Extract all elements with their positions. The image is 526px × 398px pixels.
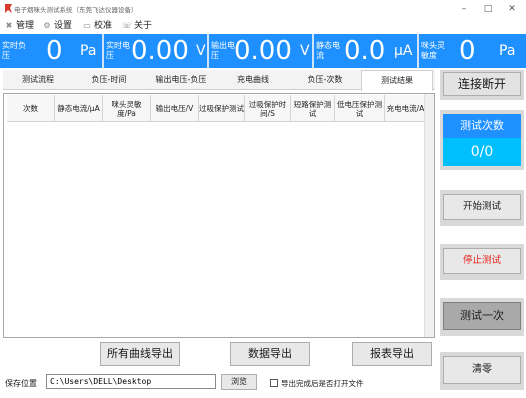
tab-pressure-time[interactable]: 负压-时间 — [73, 70, 145, 90]
output-voltage-display: 输出电压 0.00 V — [209, 34, 312, 68]
status-unit: Pa — [80, 43, 97, 59]
stop-test-button[interactable]: 停止测试 — [443, 248, 521, 274]
save-location-label: 保存位置 — [5, 379, 37, 388]
column-header[interactable]: 过吸保护时间/S — [245, 95, 291, 122]
status-bar: 实时负压 0 Pa 实时电压 0.00 V 输出电压 0.00 V 静态电流 0… — [0, 34, 526, 68]
status-label: 静态电流 — [316, 41, 340, 60]
info-icon: ☏ — [122, 21, 133, 30]
column-header[interactable]: 过吸保护测试 — [199, 95, 245, 122]
close-button[interactable]: ✕ — [500, 2, 524, 16]
window-title: 电子烟咪头测试系统（东莞飞达仪器设备） — [14, 6, 138, 14]
tab-pressure-count[interactable]: 负压-次数 — [289, 70, 361, 90]
status-value: 0.00 — [234, 36, 292, 66]
menu-label: 管理 — [16, 21, 35, 31]
mic-sensitivity-display: 咪头灵敏度 0 Pa — [419, 34, 526, 68]
menu-bar: ✖ 管理 ⚙ 设置 ▭ 校准 ☏ 关于 — [0, 18, 526, 34]
status-unit: μA — [394, 43, 413, 59]
menu-label: 设置 — [54, 21, 73, 31]
status-unit: Pa — [499, 43, 516, 59]
browse-button[interactable]: 浏览 — [221, 374, 257, 390]
menu-label: 关于 — [134, 21, 153, 31]
column-header[interactable]: 充电电流/A — [385, 95, 427, 122]
clear-button[interactable]: 清零 — [443, 356, 521, 384]
menu-item-about[interactable]: ☏ 关于 — [122, 19, 152, 33]
save-path-input[interactable] — [46, 374, 216, 389]
maximize-button[interactable]: □ — [476, 2, 500, 16]
test-count-value: 0/0 — [443, 138, 521, 166]
menu-item-manage[interactable]: ✖ 管理 — [4, 19, 34, 33]
tools-icon: ✖ — [5, 21, 13, 30]
tab-test-results[interactable]: 测试结果 — [361, 70, 433, 91]
status-unit: V — [300, 43, 310, 59]
export-report-button[interactable]: 报表导出 — [352, 342, 432, 366]
open-after-export-checkbox[interactable] — [270, 379, 278, 387]
menu-item-settings[interactable]: ⚙ 设置 — [42, 19, 72, 33]
open-after-export-label: 导出完成后是否打开文件 — [281, 379, 364, 388]
tab-test-flow[interactable]: 测试流程 — [3, 70, 73, 90]
status-label: 实时负压 — [2, 41, 26, 60]
tab-charge-curve[interactable]: 充电曲线 — [217, 70, 289, 90]
column-header[interactable]: 短路保护测试 — [291, 95, 335, 122]
app-logo-icon — [5, 4, 12, 13]
realtime-voltage-display: 实时电压 0.00 V — [104, 34, 207, 68]
status-value: 0 — [459, 36, 476, 66]
export-data-button[interactable]: 数据导出 — [230, 342, 310, 366]
results-table[interactable]: 次数 静态电流/μA 咪头灵敏度/Pa 输出电压/V 过吸保护测试 过吸保护时间… — [3, 93, 435, 338]
tab-output-voltage-pressure[interactable]: 输出电压-负压 — [145, 70, 217, 90]
status-unit: V — [196, 43, 206, 59]
table-header: 次数 静态电流/μA 咪头灵敏度/Pa 输出电压/V 过吸保护测试 过吸保护时间… — [7, 95, 427, 122]
test-once-button[interactable]: 测试一次 — [443, 302, 521, 330]
calibrate-icon: ▭ — [83, 21, 91, 30]
menu-label: 校准 — [94, 21, 113, 31]
column-header[interactable]: 咪头灵敏度/Pa — [103, 95, 151, 122]
gear-icon: ⚙ — [43, 21, 51, 30]
column-header[interactable]: 输出电压/V — [151, 95, 199, 122]
tab-bar: 测试流程 负压-时间 输出电压-负压 充电曲线 负压-次数 测试结果 — [3, 70, 435, 91]
status-value: 0.0 — [344, 36, 386, 66]
minimize-button[interactable]: – — [452, 2, 476, 16]
status-label: 咪头灵敏度 — [421, 41, 445, 60]
start-test-button[interactable]: 开始测试 — [443, 194, 521, 220]
status-value: 0 — [46, 36, 63, 66]
connect-toggle-button[interactable]: 连接断开 — [443, 72, 521, 96]
menu-item-calibrate[interactable]: ▭ 校准 — [82, 19, 112, 33]
column-header[interactable]: 静态电流/μA — [55, 95, 103, 122]
status-label: 输出电压 — [211, 41, 235, 60]
status-label: 实时电压 — [106, 41, 130, 60]
realtime-pressure-display: 实时负压 0 Pa — [0, 34, 102, 68]
status-value: 0.00 — [131, 36, 189, 66]
vertical-scrollbar[interactable] — [424, 94, 434, 337]
column-header[interactable]: 低电压保护测试 — [335, 95, 385, 122]
column-header[interactable]: 次数 — [7, 95, 55, 122]
title-bar: 电子烟咪头测试系统（东莞飞达仪器设备） – □ ✕ — [0, 0, 526, 18]
static-current-display: 静态电流 0.0 μA — [314, 34, 417, 68]
test-count-title: 测试次数 — [443, 114, 521, 138]
export-all-curves-button[interactable]: 所有曲线导出 — [100, 342, 180, 366]
